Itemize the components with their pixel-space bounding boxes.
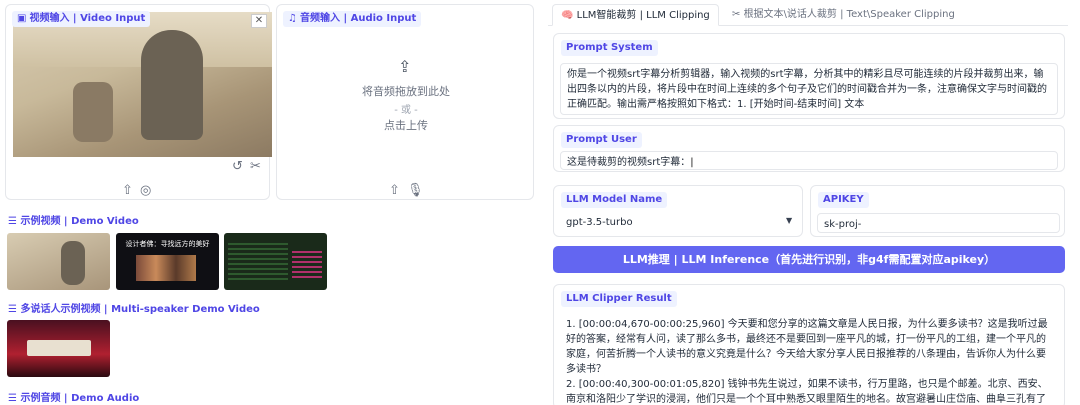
list-icon: ☰	[8, 216, 21, 227]
demo-thumb-1[interactable]	[7, 233, 110, 290]
list-icon: ☰	[8, 393, 21, 404]
multi-speaker-heading: ☰ 多说话人示例视频 | Multi-speaker Demo Video	[8, 304, 260, 315]
llm-model-select[interactable]: gpt-3.5-turbo	[560, 212, 796, 232]
apikey-box: APIKEY sk-proj-	[810, 185, 1065, 237]
right-column: 🧠 LLM智能裁剪 | LLM Clipping ✂ 根据文本\说话人裁剪 | …	[540, 0, 1080, 405]
drop-hint: 将音频拖放到此处	[362, 85, 450, 98]
chevron-down-icon[interactable]: ▼	[786, 216, 792, 225]
scissors-icon[interactable]: ✂	[250, 159, 261, 174]
llm-inference-button[interactable]: LLM推理 | LLM Inference（首先进行识别，非g4f需配置对应ap…	[553, 246, 1065, 273]
undo-icon[interactable]: ↺	[232, 159, 243, 174]
click-upload-link[interactable]: 点击上传	[277, 117, 535, 133]
llm-model-label: LLM Model Name	[561, 192, 668, 208]
multi-speaker-thumb[interactable]	[7, 320, 110, 377]
prompt-user-textarea[interactable]: 这是待裁剪的视频srt字幕：|	[560, 151, 1058, 170]
apikey-label: APIKEY	[818, 192, 869, 208]
prompt-user-box: Prompt User 这是待裁剪的视频srt字幕：|	[553, 125, 1065, 172]
tab-bar: 🧠 LLM智能裁剪 | LLM Clipping ✂ 根据文本\说话人裁剪 | …	[548, 4, 1068, 26]
demo-thumb-3[interactable]	[224, 233, 327, 290]
left-column: ▣ 视频输入 | Video Input ✕ ↺ ✂ ⇧ ◎ ♫ 音频输入 | Au…	[0, 0, 540, 405]
thumb-title: 设计者佛：寻找远方的美好	[125, 240, 210, 248]
video-input-label: ▣ 视频输入 | Video Input	[12, 11, 151, 27]
upload-icon[interactable]: ⇧	[389, 183, 400, 198]
close-button[interactable]: ✕	[251, 14, 267, 28]
prompt-system-textarea[interactable]: 你是一个视频srt字幕分析剪辑器，输入视频的srt字幕，分析其中的精彩且尽可能连…	[560, 63, 1058, 115]
tab-text-speaker-clipping[interactable]: ✂ 根据文本\说话人裁剪 | Text\Speaker Clipping	[724, 4, 963, 26]
upload-icon[interactable]: ⇧	[122, 183, 133, 198]
prompt-system-label: Prompt System	[561, 40, 658, 56]
prompt-user-label: Prompt User	[561, 132, 642, 148]
webcam-icon[interactable]: ◎	[140, 183, 151, 198]
or-text: - 或 -	[394, 105, 418, 116]
apikey-input[interactable]: sk-proj-	[817, 213, 1060, 233]
music-icon: ♫	[288, 13, 297, 24]
video-player[interactable]	[13, 12, 272, 157]
llm-model-box: LLM Model Name gpt-3.5-turbo ▼	[553, 185, 803, 237]
prompt-system-box: Prompt System 你是一个视频srt字幕分析剪辑器，输入视频的srt字…	[553, 33, 1065, 119]
result-textarea[interactable]: 1. [00:00:04,670-00:00:25,960] 今天要和您分享的这…	[560, 314, 1058, 405]
video-icon: ▣	[17, 13, 27, 24]
demo-video-heading: ☰ 示例视频 | Demo Video	[8, 216, 139, 227]
result-label: LLM Clipper Result	[561, 291, 677, 307]
brain-icon: 🧠	[561, 10, 577, 21]
result-box: LLM Clipper Result 1. [00:00:04,670-00:0…	[553, 284, 1065, 405]
demo-audio-heading: ☰ 示例音频 | Demo Audio	[8, 393, 140, 404]
audio-input-label: ♫ 音频输入 | Audio Input	[283, 11, 422, 27]
audio-input-panel[interactable]: ♫ 音频输入 | Audio Input ⇪ 将音频拖放到此处 - 或 - 点击上…	[276, 4, 534, 200]
video-input-panel: ▣ 视频输入 | Video Input ✕ ↺ ✂ ⇧ ◎	[5, 4, 272, 200]
microphone-icon[interactable]: 🎙	[407, 183, 424, 198]
tab-llm-clipping[interactable]: 🧠 LLM智能裁剪 | LLM Clipping	[552, 4, 719, 26]
list-icon: ☰	[8, 304, 21, 315]
demo-thumb-2[interactable]: 设计者佛：寻找远方的美好	[116, 233, 219, 290]
upload-arrow-icon: ⇪	[398, 57, 412, 76]
scissors-icon: ✂	[732, 9, 744, 20]
